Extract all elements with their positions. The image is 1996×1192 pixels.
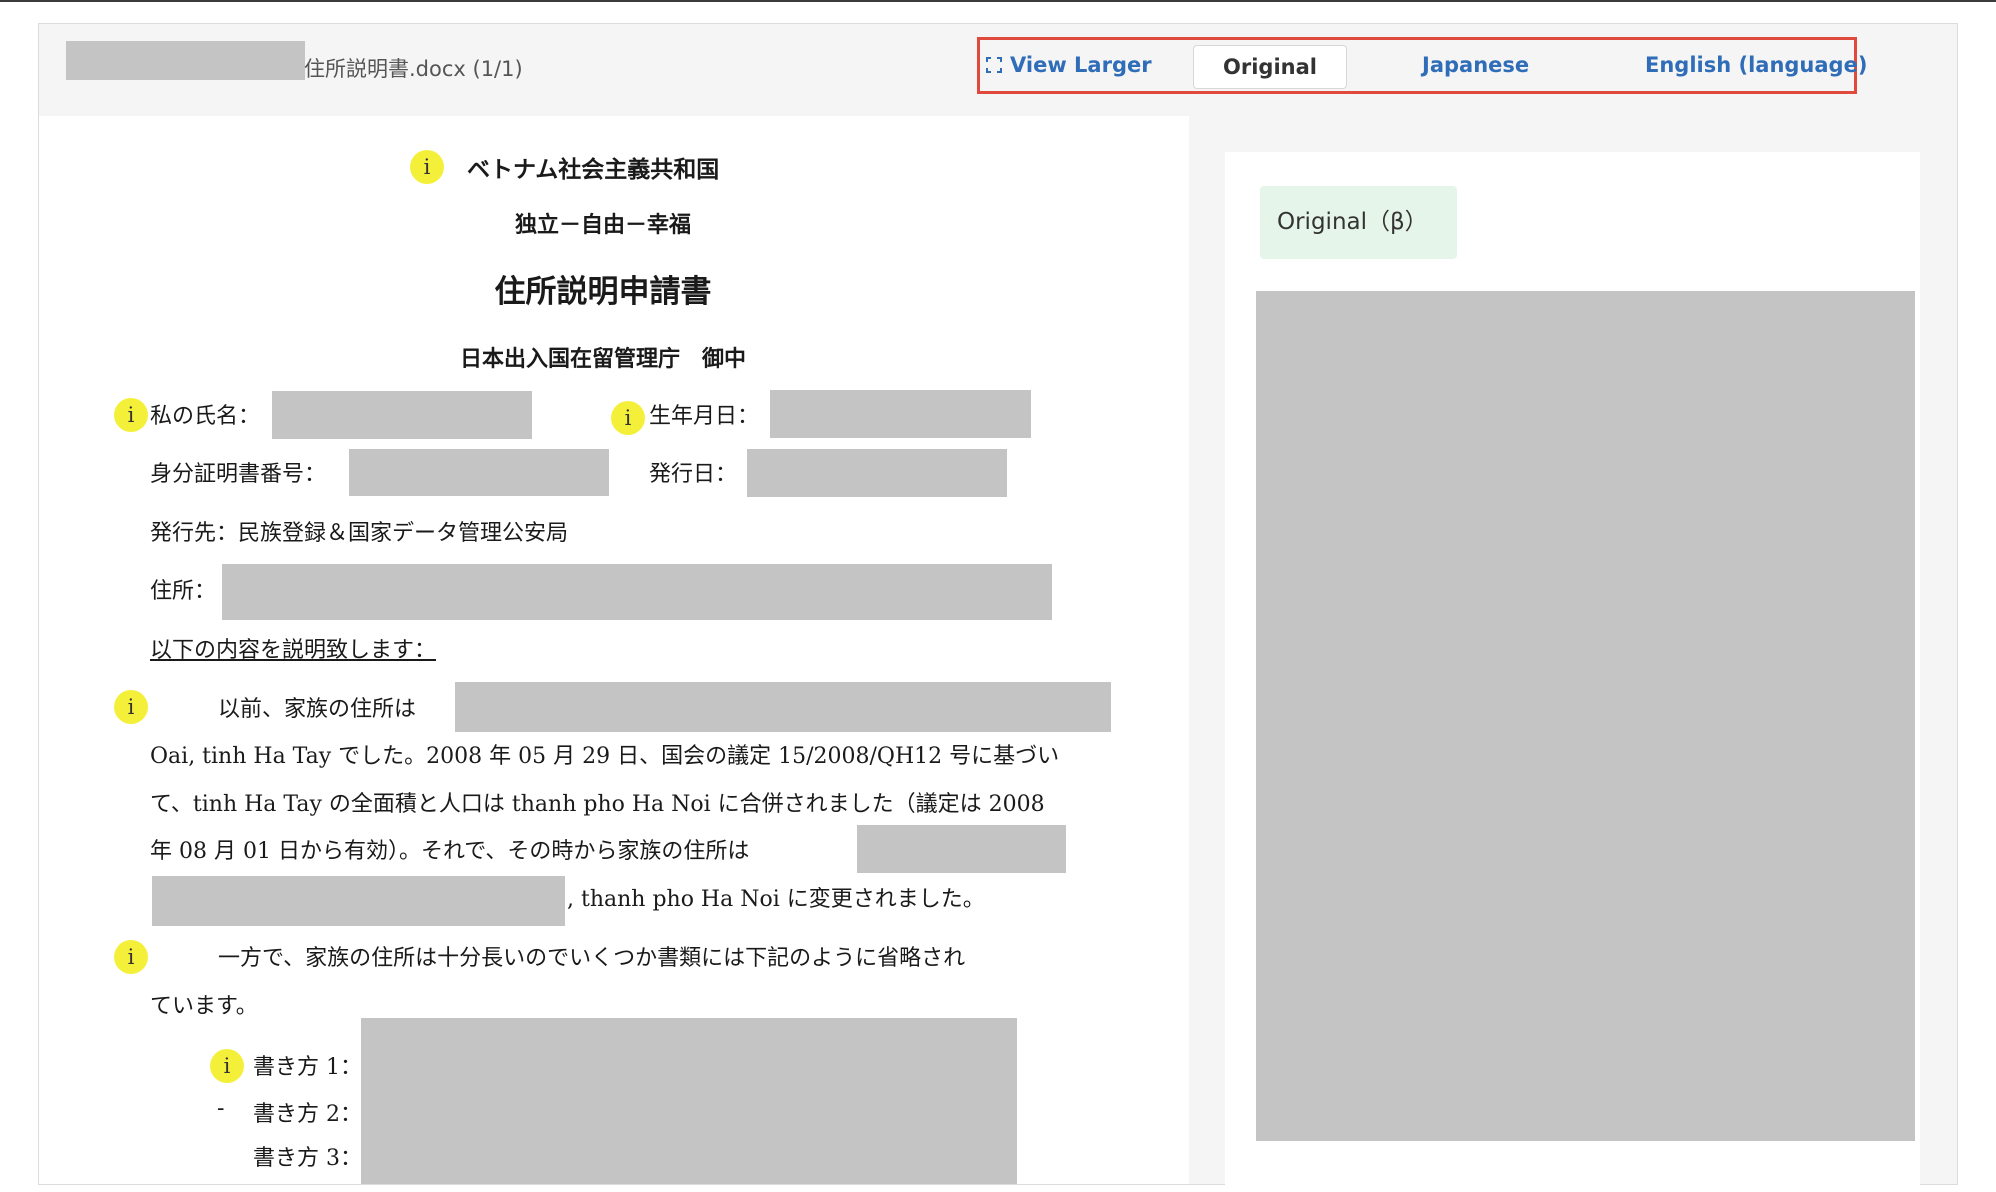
redacted-name (272, 391, 532, 439)
redacted-filename-prefix (66, 41, 305, 80)
redacted-address-variants (361, 1018, 1017, 1184)
document-page: i ベトナム社会主義共和国 独立－自由－幸福 住所説明申請書 日本出入国在留管理… (39, 116, 1189, 1184)
file-name: 住所説明書.docx (1/1) (304, 57, 523, 81)
statement-intro: 以下の内容を説明致します： (150, 638, 437, 663)
paragraph1-line5: , thanh pho Ha Noi に変更されました。 (567, 887, 985, 912)
translation-panel: Original（β） (1189, 116, 1957, 1192)
paragraph1-line3: て、tinh Ha Tay の全面積と人口は thanh pho Ha Noi … (150, 792, 1045, 817)
info-icon[interactable]: i (114, 398, 148, 432)
list-dash: - (217, 1096, 225, 1121)
info-icon[interactable]: i (114, 690, 148, 724)
paragraph1-line2: Oai, tinh Ha Tay でした。2008 年 05 月 29 日、国会… (150, 744, 1060, 769)
motto: 独立－自由－幸福 (514, 213, 691, 238)
info-icon[interactable]: i (611, 401, 645, 435)
viewer-toolbar: 住所説明書.docx (1/1) View Larger Original Ja… (39, 24, 1957, 116)
info-icon[interactable]: i (114, 940, 148, 974)
id-number-label: 身分証明書番号： (150, 462, 327, 487)
redacted-new-address-cont (152, 876, 565, 926)
writing-style-1: 書き方 1： (253, 1055, 362, 1080)
redacted-birthdate (770, 390, 1031, 438)
country-name: ベトナム社会主義共和国 (467, 157, 720, 183)
preview-card: Original（β） (1225, 152, 1920, 1192)
view-larger-label: View Larger (1010, 53, 1152, 77)
japanese-button[interactable]: Japanese (1422, 40, 1529, 91)
issue-date-label: 発行日： (649, 462, 738, 487)
info-icon[interactable]: i (210, 1049, 244, 1083)
paragraph1-line1: 以前、家族の住所は (218, 697, 417, 722)
document-viewer: 住所説明書.docx (1/1) View Larger Original Ja… (38, 23, 1958, 1192)
view-larger-button[interactable]: View Larger (986, 40, 1152, 91)
redacted-previous-address (455, 682, 1111, 732)
writing-style-2: 書き方 2： (253, 1102, 362, 1127)
window-top-border (0, 0, 1996, 2)
redacted-issue-date (747, 449, 1007, 497)
birthdate-label: 生年月日： (649, 404, 760, 429)
addressee: 日本出入国在留管理庁 御中 (459, 347, 746, 372)
info-icon[interactable]: i (410, 150, 444, 184)
redacted-address (222, 564, 1052, 620)
document-title: 住所説明申請書 (494, 274, 712, 310)
view-mode-group: View Larger Original Japanese English (l… (977, 37, 1867, 94)
redacted-new-address (857, 825, 1066, 873)
expand-icon (986, 57, 1002, 73)
redacted-id-number (349, 449, 609, 496)
name-label: 私の氏名： (150, 404, 261, 429)
english-button[interactable]: English (language) (1645, 40, 1867, 91)
redacted-preview (1256, 291, 1915, 1141)
paragraph2-line2: ています。 (150, 994, 258, 1019)
writing-style-3: 書き方 3： (253, 1146, 362, 1171)
original-button[interactable]: Original (1193, 45, 1347, 89)
original-beta-badge: Original（β） (1260, 186, 1457, 259)
paragraph2-line1: 一方で、家族の住所は十分長いのでいくつか書類には下記のように省略され (218, 946, 966, 971)
address-label: 住所： (150, 579, 217, 604)
issuer-line: 発行先：民族登録＆国家データ管理公安局 (150, 521, 569, 546)
paragraph1-line4: 年 08 月 01 日から有効）。それで、その時から家族の住所は (150, 839, 750, 864)
